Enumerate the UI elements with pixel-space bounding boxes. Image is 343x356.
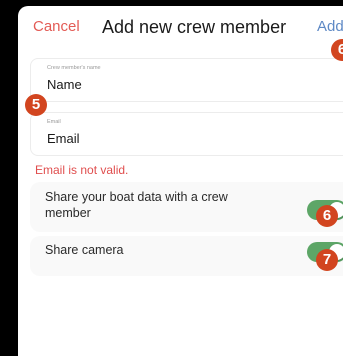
email-input[interactable]: Email (47, 131, 80, 146)
step-badge-share-data: 6 (316, 205, 338, 227)
step-badge-name: 5 (25, 94, 47, 116)
add-crew-member-sheet: Cancel Add new crew member Add Crew memb… (18, 6, 343, 356)
email-field[interactable]: Email Email (30, 112, 343, 156)
share-camera-row: Share camera (30, 236, 343, 276)
share-boat-data-label-line2: member (45, 206, 91, 220)
name-field-label: Crew member's name (47, 65, 101, 71)
share-boat-data-label-line1: Share your boat data with a crew (45, 190, 228, 204)
name-field[interactable]: Crew member's name Name (30, 58, 343, 102)
add-button[interactable]: Add (317, 18, 343, 35)
share-boat-data-row: Share your boat data with a crew member (30, 182, 343, 232)
step-badge-share-camera: 7 (316, 249, 338, 271)
email-field-label: Email (47, 119, 61, 125)
cancel-button[interactable]: Cancel (33, 18, 80, 35)
share-camera-label: Share camera (45, 243, 124, 257)
app-frame: Cancel Add new crew member Add Crew memb… (0, 0, 343, 356)
email-error-message: Email is not valid. (35, 163, 129, 177)
name-input[interactable]: Name (47, 77, 82, 92)
sheet-header: Cancel Add new crew member Add (18, 6, 343, 46)
page-title: Add new crew member (102, 17, 287, 37)
